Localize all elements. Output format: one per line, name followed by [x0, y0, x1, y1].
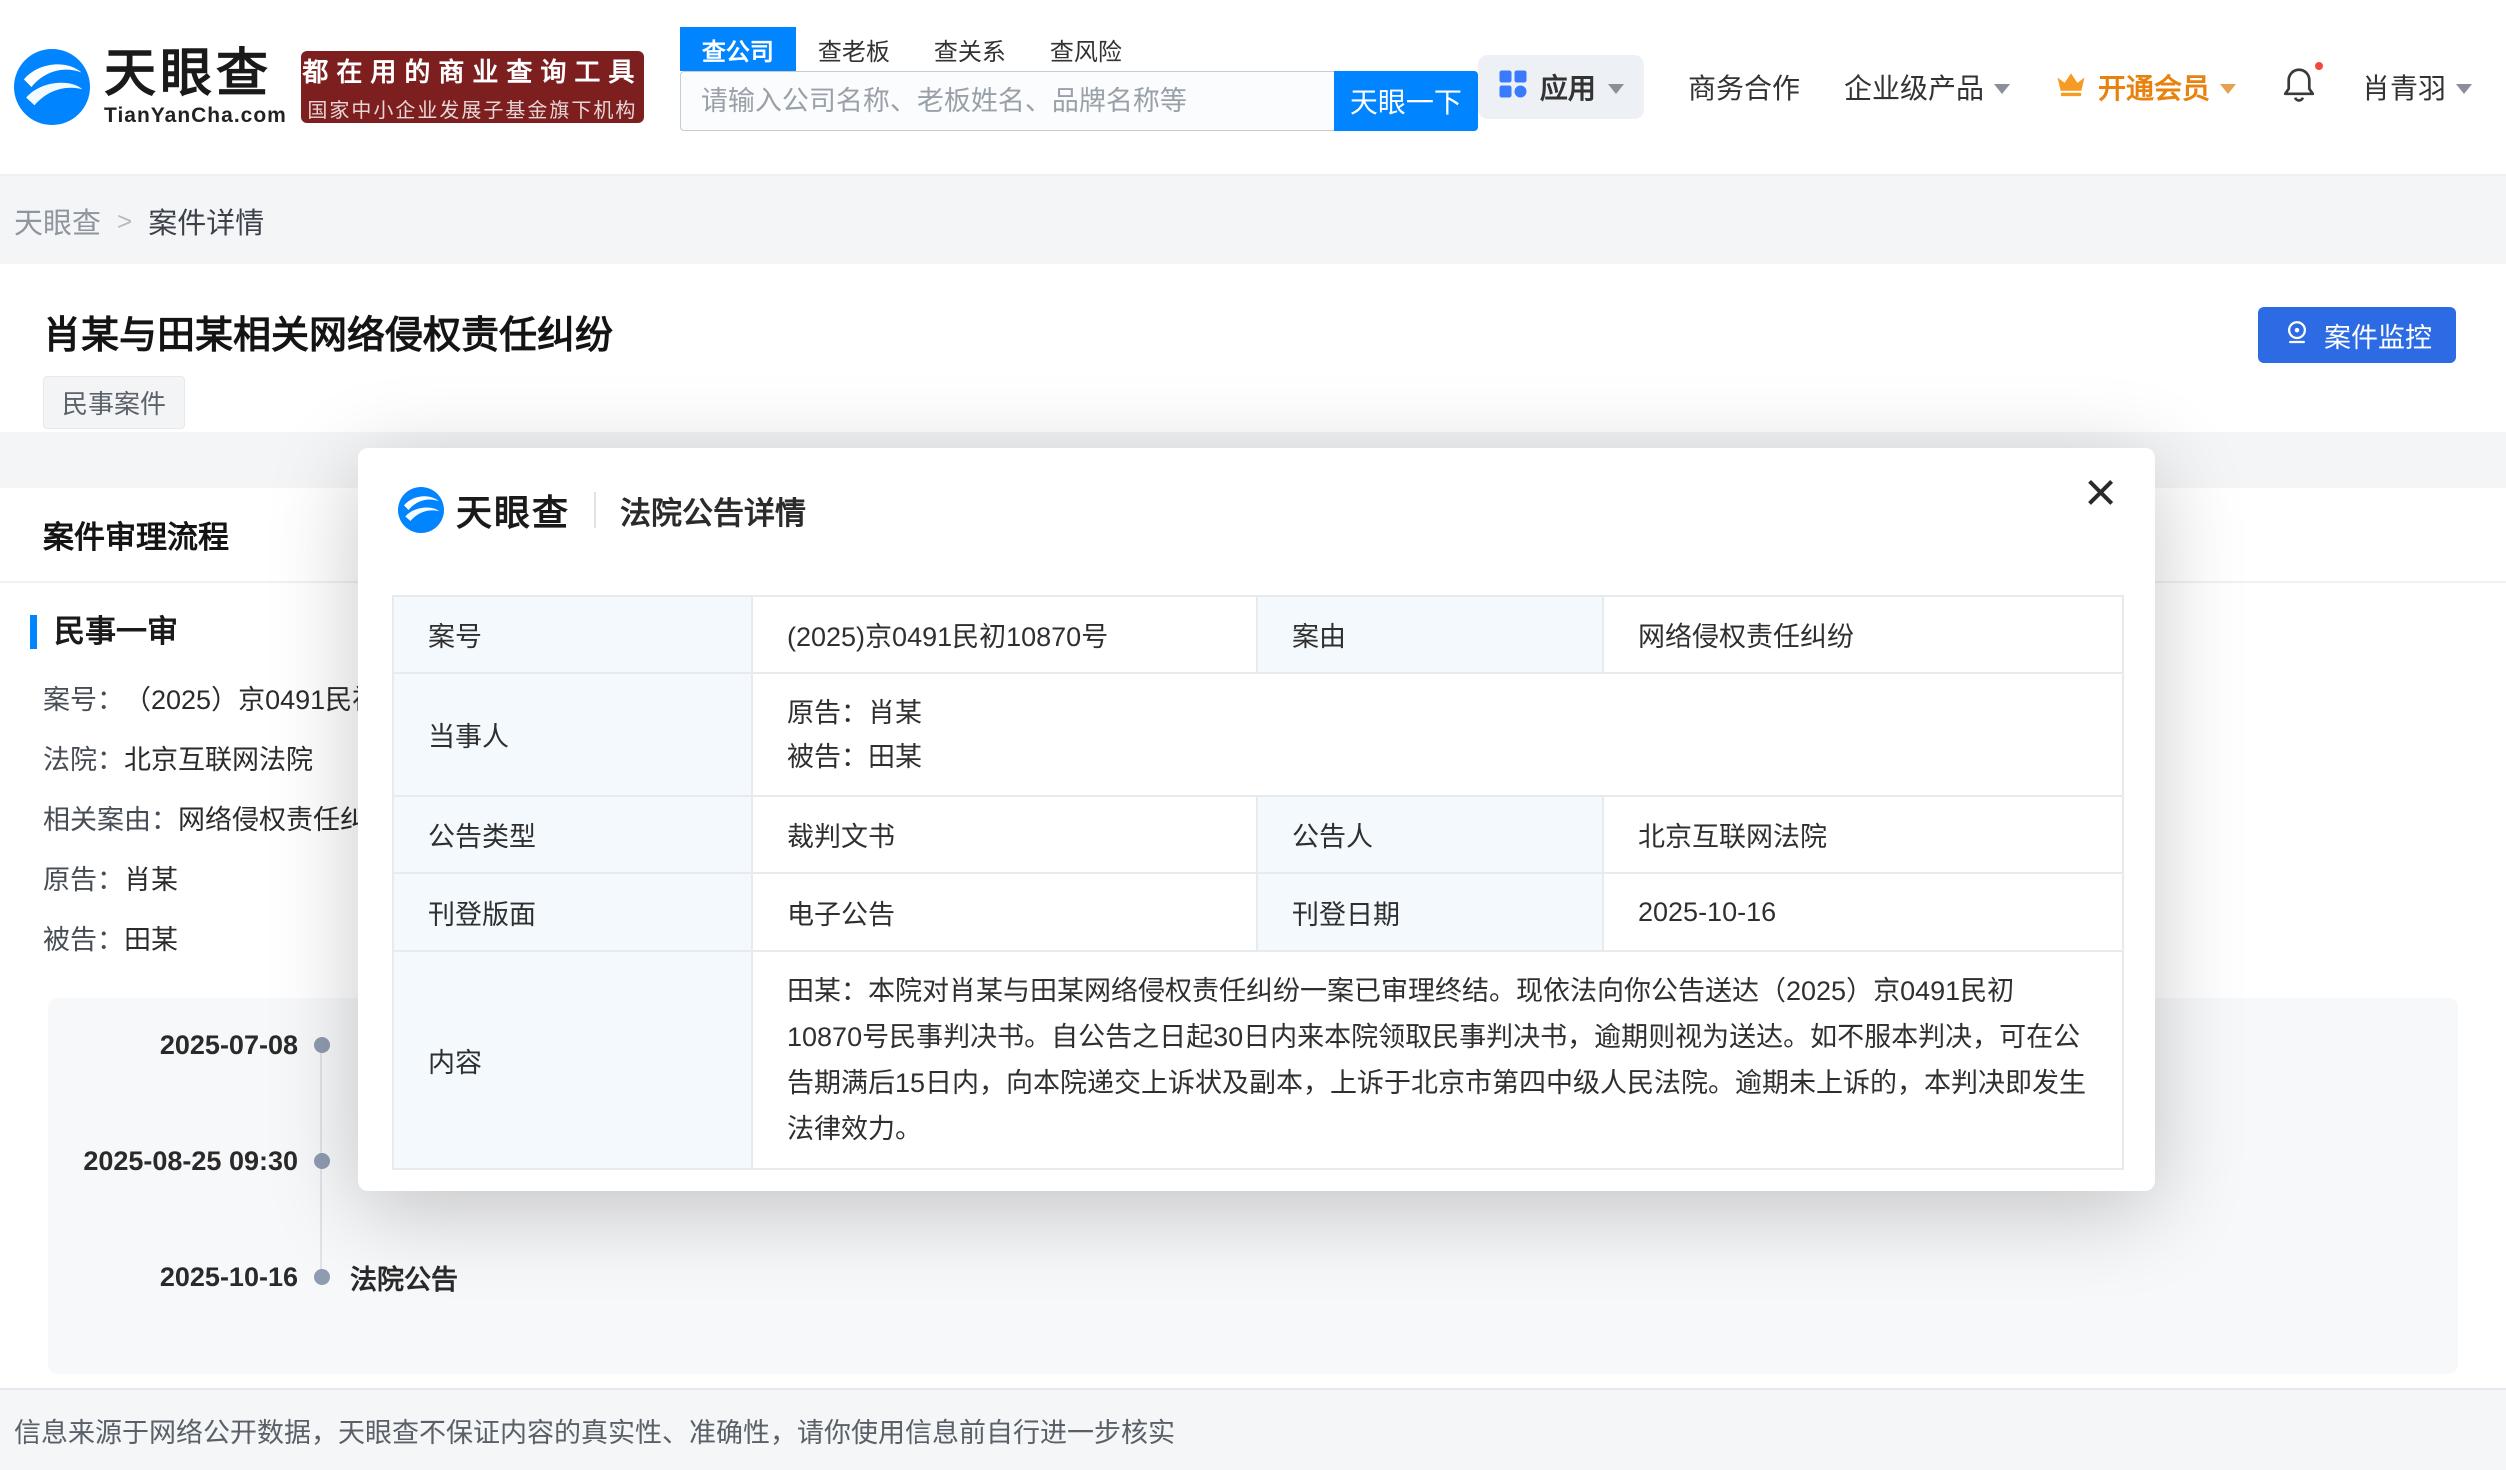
table-row: 公告类型 裁判文书 公告人 北京互联网法院 [393, 796, 2123, 873]
slogan-line2: 国家中小企业发展子基金旗下机构 [307, 94, 637, 123]
nav-enterprise-products[interactable]: 企业级产品 [1844, 67, 2010, 107]
crown-icon [2054, 67, 2088, 108]
username-label: 肖青羽 [2362, 67, 2446, 107]
monitor-button-label: 案件监控 [2324, 316, 2432, 355]
cooperation-label: 商务合作 [1688, 67, 1800, 107]
content-value: 田某：本院对肖某与田某网络侵权责任纠纷一案已审理终结。现依法向你公告送达（202… [752, 951, 2123, 1169]
publication-page-value: 电子公告 [752, 873, 1257, 951]
brand-domain: TianYanCha.com [104, 104, 287, 128]
announcer-value: 北京互联网法院 [1603, 796, 2123, 873]
breadcrumb-home-link[interactable]: 天眼查 [14, 200, 101, 242]
case-type-tag: 民事案件 [43, 376, 185, 429]
publication-date-label: 刊登日期 [1257, 873, 1603, 951]
chevron-down-icon [2456, 84, 2472, 94]
slogan-line1: 都在用的商业查询工具 [302, 52, 642, 89]
modal-title: 法院公告详情 [620, 488, 806, 533]
divider [594, 492, 596, 528]
notifications-bell[interactable] [2280, 65, 2318, 110]
case-number-value: (2025)京0491民初10870号 [752, 596, 1257, 673]
top-nav: 应用 商务合作 企业级产品 开通会员 [1478, 55, 2472, 119]
timeline-item: 2025-10-16 法院公告 [48, 1252, 458, 1302]
announcement-table: 案号 (2025)京0491民初10870号 案由 网络侵权责任纠纷 当事人 原… [392, 595, 2124, 1170]
modal-header: 天眼查 法院公告详情 × [358, 448, 2155, 536]
announcement-type-label: 公告类型 [393, 796, 752, 873]
section-title: 案件审理流程 [43, 512, 229, 557]
case-number-label: 案号 [393, 596, 752, 673]
announcer-label: 公告人 [1257, 796, 1603, 873]
table-row: 内容 田某：本院对肖某与田某网络侵权责任纠纷一案已审理终结。现依法向你公告送达（… [393, 951, 2123, 1169]
membership-label: 开通会员 [2098, 67, 2210, 107]
content-label: 内容 [393, 951, 752, 1169]
search-button[interactable]: 天眼一下 [1334, 71, 1478, 131]
tianyancha-logo-icon [14, 49, 90, 125]
enterprise-label: 企业级产品 [1844, 67, 1984, 107]
parties-label: 当事人 [393, 673, 752, 796]
table-row: 刊登版面 电子公告 刊登日期 2025-10-16 [393, 873, 2123, 951]
breadcrumb: 天眼查 > 案件详情 [0, 178, 264, 264]
timeline-dot-icon [314, 1269, 330, 1285]
apps-menu-button[interactable]: 应用 [1478, 55, 1644, 119]
close-icon[interactable]: × [2084, 464, 2117, 520]
brand-name: 天眼查 [104, 46, 287, 102]
tianyancha-logo-icon [398, 487, 444, 533]
search-tabs: 查公司 查老板 查关系 查风险 [680, 27, 1478, 71]
timeline-item: 2025-08-25 09:30 [48, 1136, 350, 1186]
timeline-item: 2025-07-08 [48, 1020, 350, 1070]
chevron-down-icon [1994, 84, 2010, 94]
breadcrumb-current: 案件详情 [148, 200, 264, 242]
search-tab-relation[interactable]: 查关系 [912, 27, 1028, 71]
bell-icon [2280, 65, 2318, 110]
search-tab-risk[interactable]: 查风险 [1028, 27, 1144, 71]
nav-business-cooperation[interactable]: 商务合作 [1688, 67, 1800, 107]
cause-value: 网络侵权责任纠纷 [1603, 596, 2123, 673]
brand-slogan-badge: 都在用的商业查询工具 国家中小企业发展子基金旗下机构 [301, 51, 644, 123]
case-monitor-button[interactable]: 案件监控 [2258, 307, 2456, 363]
footer-disclaimer: 信息来源于网络公开数据，天眼查不保证内容的真实性、准确性，请你使用信息前自行进一… [0, 1388, 2506, 1470]
publication-date-value: 2025-10-16 [1603, 873, 2123, 951]
announcement-type-value: 裁判文书 [752, 796, 1257, 873]
publication-page-label: 刊登版面 [393, 873, 752, 951]
breadcrumb-separator-icon: > [117, 206, 132, 237]
table-row: 案号 (2025)京0491民初10870号 案由 网络侵权责任纠纷 [393, 596, 2123, 673]
apps-label: 应用 [1540, 67, 1596, 107]
user-menu[interactable]: 肖青羽 [2362, 67, 2472, 107]
notification-dot [2312, 59, 2326, 73]
search-input[interactable] [680, 71, 1334, 131]
timeline-dot-icon [314, 1037, 330, 1053]
table-row: 当事人 原告：肖某 被告：田某 [393, 673, 2123, 796]
cause-label: 案由 [1257, 596, 1603, 673]
page-title: 肖某与田某相关网络侵权责任纠纷 [43, 304, 613, 359]
nav-open-membership[interactable]: 开通会员 [2054, 67, 2236, 108]
search-tab-company[interactable]: 查公司 [680, 27, 796, 71]
court-announcement-modal: 天眼查 法院公告详情 × 案号 (2025)京0491民初10870号 案由 网… [358, 448, 2155, 1191]
brand-logo[interactable]: 天眼查 TianYanCha.com [14, 46, 287, 128]
search-block: 查公司 查老板 查关系 查风险 天眼一下 [680, 27, 1478, 131]
timeline-dot-icon [314, 1153, 330, 1169]
grid-icon [1498, 69, 1528, 106]
modal-brand-name: 天眼查 [456, 484, 570, 536]
monitor-icon [2282, 317, 2312, 354]
chevron-down-icon [2220, 84, 2236, 94]
chevron-down-icon [1608, 84, 1624, 94]
top-bar: 天眼查 TianYanCha.com 都在用的商业查询工具 国家中小企业发展子基… [0, 0, 2506, 176]
parties-value: 原告：肖某 被告：田某 [752, 673, 2123, 796]
case-header-card: 肖某与田某相关网络侵权责任纠纷 民事案件 案件监控 [0, 264, 2506, 432]
search-tab-boss[interactable]: 查老板 [796, 27, 912, 71]
